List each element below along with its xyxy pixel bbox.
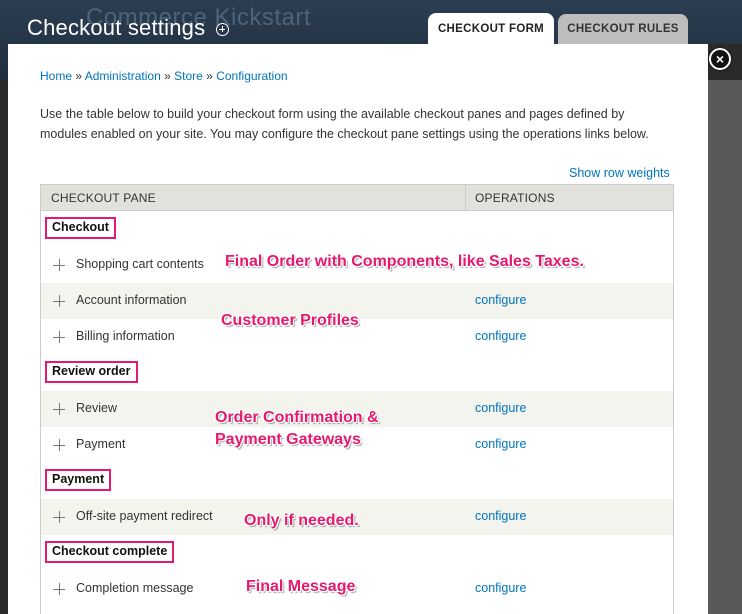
intro-text: Use the table below to build your checko… bbox=[40, 107, 649, 141]
breadcrumb-home[interactable]: Home bbox=[40, 69, 72, 83]
configure-link[interactable]: configure bbox=[475, 509, 526, 523]
overlay-title: Checkout settings bbox=[27, 15, 206, 40]
region-label-review-order: Review order bbox=[45, 361, 138, 383]
drag-handle-icon[interactable] bbox=[53, 295, 65, 307]
drag-handle-icon[interactable] bbox=[53, 259, 65, 271]
column-header-checkout-pane: CHECKOUT PANE bbox=[51, 191, 156, 205]
breadcrumb-administration[interactable]: Administration bbox=[85, 69, 161, 83]
breadcrumb-separator: » bbox=[164, 69, 171, 83]
configure-link[interactable]: configure bbox=[475, 581, 526, 595]
breadcrumb: Home » Administration » Store » Configur… bbox=[40, 69, 288, 83]
pane-name: Account information bbox=[76, 293, 187, 307]
drag-handle-icon[interactable] bbox=[53, 511, 65, 523]
breadcrumb-configuration[interactable]: Configuration bbox=[216, 69, 287, 83]
table-header: CHECKOUT PANE OPERATIONS bbox=[41, 184, 673, 211]
region-row: Checkout bbox=[41, 211, 673, 247]
breadcrumb-separator: » bbox=[75, 69, 83, 83]
table-row: Completion message configure bbox=[41, 571, 673, 607]
region-label-checkout-complete: Checkout complete bbox=[45, 541, 175, 563]
close-icon[interactable]: × bbox=[709, 48, 731, 70]
configure-link[interactable]: configure bbox=[475, 401, 526, 415]
pane-name: Review bbox=[76, 401, 117, 415]
background-page bbox=[708, 80, 742, 614]
add-shortcut-icon[interactable] bbox=[216, 23, 229, 36]
pane-name: Billing information bbox=[76, 329, 175, 343]
pane-name: Shopping cart contents bbox=[76, 257, 204, 271]
pane-name: Payment bbox=[76, 437, 126, 451]
column-divider bbox=[465, 185, 466, 210]
pane-name: Completion message bbox=[76, 581, 194, 595]
region-row: Payment bbox=[41, 463, 673, 499]
region-label-checkout: Checkout bbox=[45, 217, 116, 239]
annotation-final-order: Final Order with Components, like Sales … bbox=[225, 253, 584, 270]
pane-name: Off-site payment redirect bbox=[76, 509, 213, 523]
drag-handle-icon[interactable] bbox=[53, 331, 65, 343]
annotation-final-message: Final Message bbox=[246, 578, 356, 595]
configure-link[interactable]: configure bbox=[475, 293, 526, 307]
region-row: Checkout complete bbox=[41, 535, 673, 571]
column-header-operations: OPERATIONS bbox=[475, 191, 555, 205]
breadcrumb-store[interactable]: Store bbox=[174, 69, 203, 83]
region-row: Review order bbox=[41, 355, 673, 391]
drag-handle-icon[interactable] bbox=[53, 439, 65, 451]
breadcrumb-separator: » bbox=[206, 69, 213, 83]
tab-checkout-form[interactable]: CHECKOUT FORM bbox=[428, 13, 554, 45]
region-label-payment: Payment bbox=[45, 469, 112, 491]
tab-checkout-rules[interactable]: CHECKOUT RULES bbox=[558, 14, 688, 44]
annotation-customer-profiles: Customer Profiles bbox=[221, 312, 359, 329]
drag-handle-icon[interactable] bbox=[53, 583, 65, 595]
drag-handle-icon[interactable] bbox=[53, 403, 65, 415]
checkout-pane-table: CHECKOUT PANE OPERATIONS Checkout Shoppi… bbox=[40, 184, 674, 614]
annotation-payment-gateways: Payment Gateways bbox=[215, 431, 361, 448]
configure-link[interactable]: configure bbox=[475, 329, 526, 343]
configure-link[interactable]: configure bbox=[475, 437, 526, 451]
annotation-order-confirmation: Order Confirmation & bbox=[215, 409, 379, 426]
annotation-only-if-needed: Only if needed. bbox=[244, 512, 359, 529]
show-row-weights-link[interactable]: Show row weights bbox=[569, 166, 670, 180]
